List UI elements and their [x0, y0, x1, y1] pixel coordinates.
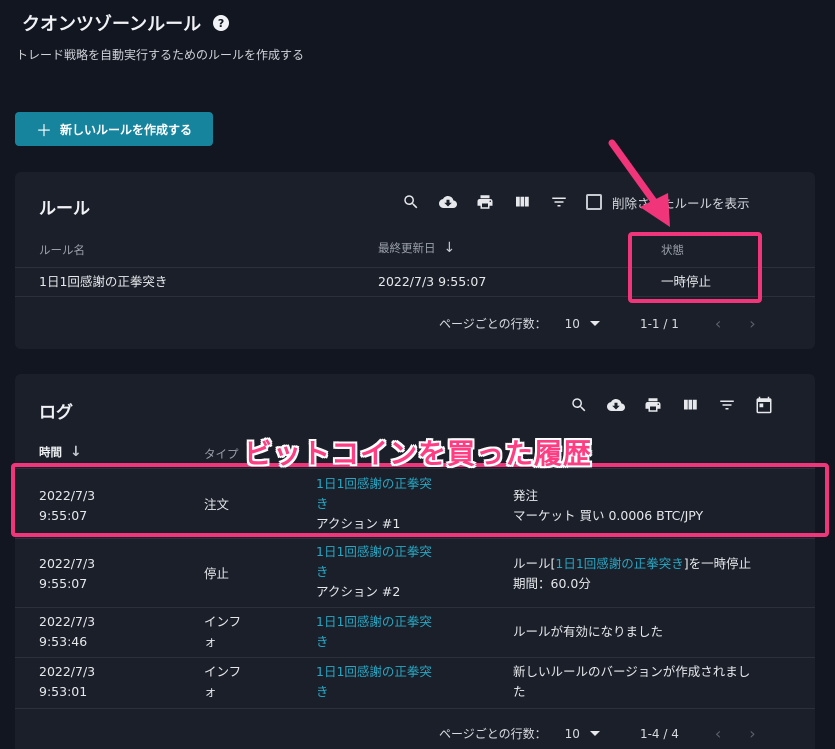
- page-range: 1-1 / 1: [639, 316, 679, 331]
- rows-per-page-label: ページごとの行数：: [439, 317, 547, 331]
- log-type-cell: 停止: [204, 566, 230, 581]
- columns-icon[interactable]: [680, 395, 700, 415]
- search-icon[interactable]: [569, 395, 589, 415]
- search-icon[interactable]: [401, 192, 421, 212]
- plus-icon: ＋: [35, 121, 52, 140]
- download-icon[interactable]: [606, 395, 626, 415]
- rules-pagination: ページごとの行数： 10 1-1 / 1 ‹ ›: [439, 314, 784, 333]
- calendar-icon[interactable]: [754, 395, 774, 415]
- log-rule-cell: 1日1回感謝の正拳突 き アクション #2: [316, 542, 432, 602]
- chevron-right-icon[interactable]: ›: [749, 724, 755, 743]
- rows-per-page-select[interactable]: 10: [565, 727, 600, 741]
- page-range: 1-4 / 4: [639, 726, 679, 741]
- page-header: クオンツゾーンルール ?: [22, 10, 230, 36]
- log-rule-link[interactable]: 1日1回感謝の正拳突: [316, 542, 432, 562]
- rule-name-cell[interactable]: 1日1回感謝の正拳突き: [39, 272, 167, 292]
- rows-per-page-label: ページごとの行数：: [439, 727, 547, 741]
- sort-down-icon[interactable]: ↓: [444, 240, 456, 256]
- log-type-cell: インフォ: [204, 664, 242, 699]
- detail-rule-link[interactable]: 1日1回感謝の正拳突き: [555, 556, 683, 571]
- columns-icon[interactable]: [512, 192, 532, 212]
- log-action-label: アクション #2: [316, 584, 401, 599]
- page-title: クオンツゾーンルール: [22, 14, 202, 35]
- caret-down-icon: [589, 321, 600, 326]
- annotation-caption: ビットコインを買った履歴: [244, 437, 593, 470]
- log-type-cell: インフォ: [204, 614, 242, 649]
- rule-updated-cell: 2022/7/3 9:55:07: [378, 274, 487, 289]
- annotation-arrow-icon: [608, 139, 670, 227]
- log-detail-cell: ルール[1日1回感謝の正拳突き]を一時停止 期間：60.0分: [513, 556, 752, 591]
- filter-icon[interactable]: [549, 192, 569, 212]
- col-time[interactable]: 時間 ↓: [39, 444, 82, 460]
- rules-panel-title: ルール: [39, 199, 90, 219]
- logs-panel: ログ 時間 ↓ タイプ 2022/7/3 9:55:07 注文 1日1回感謝の正拳突…: [15, 374, 815, 749]
- log-rule-link[interactable]: 1日1回感謝の正拳突: [316, 612, 432, 632]
- log-detail-cell: 新しいルールのバージョンが作成されました: [513, 664, 751, 699]
- rules-toolbar: 削除されたルールを表示: [401, 192, 750, 212]
- logs-pagination: ページごとの行数： 10 1-4 / 4 ‹ ›: [439, 724, 784, 743]
- print-icon[interactable]: [475, 192, 495, 212]
- sort-down-icon[interactable]: ↓: [70, 444, 82, 460]
- download-icon[interactable]: [438, 192, 458, 212]
- filter-icon[interactable]: [717, 395, 737, 415]
- create-rule-button[interactable]: ＋ 新しいルールを作成する: [15, 112, 213, 146]
- status-highlight-box: [628, 232, 762, 303]
- col-updated[interactable]: 最終更新日 ↓: [378, 240, 455, 256]
- log-rule-cell: 1日1回感謝の正拳突 き: [316, 612, 432, 649]
- page-subtitle: トレード戦略を自動実行するためのルールを作成する: [16, 48, 305, 62]
- log-time-cell: 2022/7/3 9:55:07: [39, 556, 96, 591]
- create-rule-button-label: 新しいルールを作成する: [60, 122, 193, 137]
- log-time-cell: 2022/7/3 9:53:01: [39, 664, 96, 699]
- col-rule-name[interactable]: ルール名: [39, 242, 85, 258]
- rows-per-page-select[interactable]: 10: [565, 317, 600, 331]
- col-type[interactable]: タイプ: [204, 446, 239, 462]
- logs-panel-title: ログ: [39, 403, 73, 423]
- help-icon[interactable]: ?: [213, 15, 230, 31]
- print-icon[interactable]: [643, 395, 663, 415]
- log-time-cell: 2022/7/3 9:53:46: [39, 614, 96, 649]
- chevron-right-icon[interactable]: ›: [749, 314, 755, 333]
- chevron-left-icon[interactable]: ‹: [715, 314, 721, 333]
- log-detail-cell: ルールが有効になりました: [513, 624, 664, 639]
- caret-down-icon: [589, 731, 600, 736]
- order-row-highlight-box: [11, 463, 829, 537]
- logs-toolbar: [569, 395, 791, 415]
- log-rule-cell: 1日1回感謝の正拳突 き: [316, 662, 432, 699]
- log-rule-link[interactable]: 1日1回感謝の正拳突: [316, 662, 432, 682]
- chevron-left-icon[interactable]: ‹: [715, 724, 721, 743]
